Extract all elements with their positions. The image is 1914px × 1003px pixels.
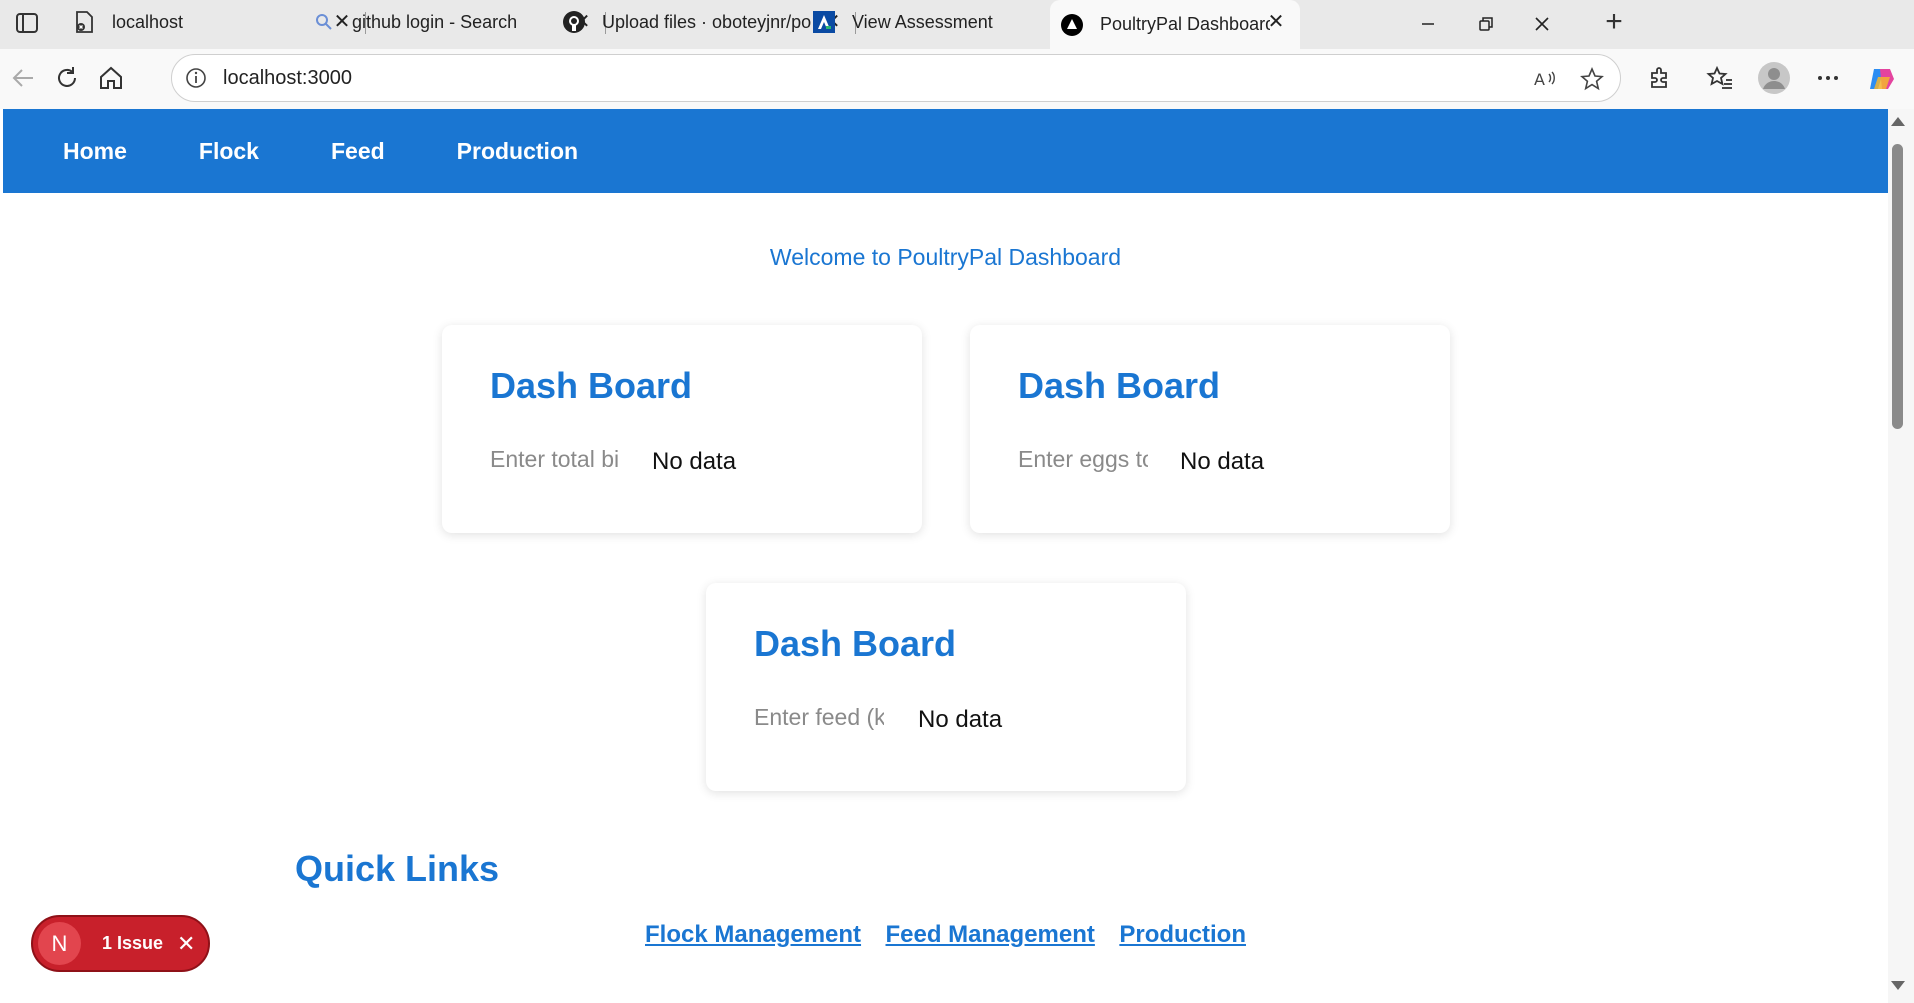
svg-text:A: A — [1534, 70, 1545, 89]
nav-feed-link[interactable]: Feed — [331, 138, 385, 165]
assessment-icon — [812, 10, 836, 34]
site-info-icon[interactable] — [184, 66, 208, 90]
dashboard-card-feed: Dash Board No data — [706, 583, 1186, 791]
scroll-up-icon[interactable] — [1891, 117, 1905, 126]
browser-tab-poultrypal[interactable]: PoultryPal Dashboard ✕ — [1050, 0, 1300, 49]
card-title: Dash Board — [754, 623, 957, 664]
error-page-icon — [72, 10, 96, 34]
production-link[interactable]: Production — [1119, 921, 1246, 948]
feed-input[interactable] — [754, 704, 884, 731]
more-options-icon[interactable] — [1813, 63, 1843, 93]
address-bar[interactable]: localhost:3000 A — [171, 54, 1621, 102]
dashboard-card-birds: Dash Board No data — [442, 325, 922, 533]
tab-actions-icon[interactable] — [14, 10, 40, 36]
total-birds-input[interactable] — [490, 446, 620, 473]
browser-tab-bar: localhost ✕ github login - Search ✕ Uplo… — [0, 0, 1914, 49]
nav-production-link[interactable]: Production — [457, 138, 578, 165]
nav-flock-link[interactable]: Flock — [199, 138, 259, 165]
scroll-down-icon[interactable] — [1891, 981, 1905, 990]
nextjs-logo-icon: N — [38, 922, 81, 965]
quick-links: Flock Management Feed Management Product… — [3, 921, 1888, 949]
new-tab-button[interactable]: + — [1600, 7, 1628, 37]
url-text[interactable]: localhost:3000 — [223, 67, 352, 90]
search-icon — [312, 10, 336, 34]
copilot-icon[interactable] — [1866, 63, 1896, 93]
github-icon — [562, 10, 586, 34]
page-viewport: Home Flock Feed Production Welcome to Po… — [3, 109, 1888, 1003]
card-value: No data — [918, 706, 1003, 733]
tab-title: localhost — [112, 11, 184, 32]
flock-management-link[interactable]: Flock Management — [645, 921, 861, 948]
close-issue-icon[interactable]: ✕ — [177, 931, 195, 957]
home-icon[interactable] — [96, 63, 126, 93]
close-window-icon[interactable] — [1530, 12, 1554, 36]
card-title: Dash Board — [490, 365, 693, 406]
favorites-icon[interactable] — [1705, 63, 1735, 93]
card-title: Dash Board — [1018, 365, 1221, 406]
tab-title: github login - Search — [352, 11, 518, 32]
welcome-heading: Welcome to PoultryPal Dashboard — [769, 244, 1122, 270]
back-icon[interactable] — [8, 63, 38, 93]
tab-title: View Assessment — [852, 11, 993, 32]
close-tab-icon[interactable]: ✕ — [1266, 12, 1286, 32]
read-aloud-icon[interactable]: A — [1532, 66, 1558, 92]
nav-home-link[interactable]: Home — [63, 138, 127, 165]
dashboard-card-eggs: Dash Board No data — [970, 325, 1450, 533]
restore-icon[interactable] — [1474, 12, 1498, 36]
refresh-icon[interactable] — [52, 63, 82, 93]
card-value: No data — [652, 448, 737, 475]
browser-toolbar: localhost:3000 A — [0, 49, 1914, 109]
nextjs-icon — [1060, 13, 1084, 37]
minimize-icon[interactable] — [1416, 12, 1440, 36]
dev-issues-badge[interactable]: N 1 Issue ✕ — [31, 915, 210, 972]
eggs-input[interactable] — [1018, 446, 1148, 473]
issue-count-label[interactable]: 1 Issue — [102, 933, 163, 954]
tab-title: PoultryPal Dashboard — [1100, 14, 1270, 34]
tab-title: Upload files · oboteyjnr/po — [602, 11, 812, 32]
extensions-icon[interactable] — [1644, 63, 1674, 93]
quick-links-title: Quick Links — [295, 848, 500, 889]
card-value: No data — [1180, 448, 1265, 475]
page-scrollbar[interactable] — [1888, 109, 1914, 1003]
scrollbar-thumb[interactable] — [1892, 144, 1903, 429]
profile-avatar[interactable] — [1757, 61, 1791, 95]
app-navbar: Home Flock Feed Production — [3, 109, 1888, 193]
feed-management-link[interactable]: Feed Management — [886, 921, 1095, 948]
favorite-star-icon[interactable] — [1579, 66, 1605, 92]
